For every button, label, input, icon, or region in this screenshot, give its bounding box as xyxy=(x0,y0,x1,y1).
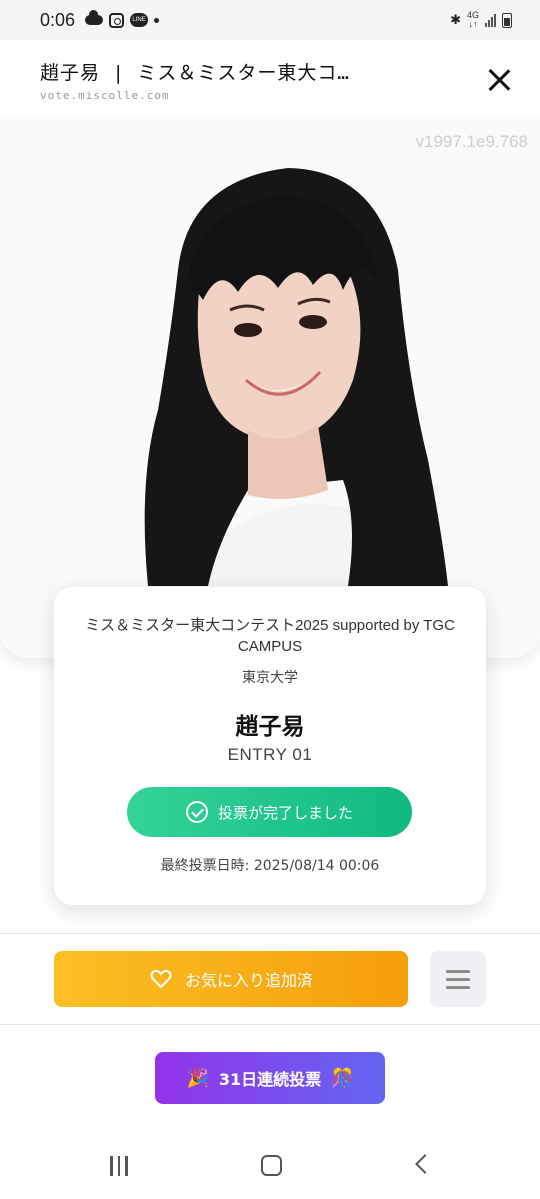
menu-icon-line xyxy=(446,969,470,973)
candidate-photo xyxy=(144,168,448,586)
confetti-ball-icon: 🎊 xyxy=(331,1067,354,1089)
network-type-icon: 4G ↓↑ xyxy=(466,10,479,29)
entry-number: ENTRY 01 xyxy=(227,745,313,764)
home-icon[interactable] xyxy=(261,1155,282,1176)
heart-icon xyxy=(150,969,172,989)
instagram-icon xyxy=(109,12,125,28)
last-vote-datetime: 最終投票日時: 2025/08/14 00:06 xyxy=(160,858,380,874)
page-title: 趙子易 | ミス＆ミスター東大コ… xyxy=(40,62,350,84)
browser-header: 趙子易 | ミス＆ミスター東大コ… vote.miscolle.com xyxy=(0,40,540,118)
menu-button[interactable] xyxy=(430,951,486,1007)
vote-completed-button[interactable]: 投票が完了しました xyxy=(127,787,412,837)
candidate-name: 趙子易 xyxy=(235,714,305,740)
notification-icons: LINE xyxy=(85,10,160,28)
cloud-icon xyxy=(85,10,104,25)
university-name: 東京大学 xyxy=(242,670,298,686)
system-nav-bar xyxy=(0,1134,540,1199)
divider-top xyxy=(0,933,540,934)
favorite-label: お気に入り追加済 xyxy=(184,971,313,990)
streak-label: 31日連続投票 xyxy=(218,1070,322,1089)
contest-name: ミス＆ミスター東大コンテスト2025 supported by TGC CAMP… xyxy=(85,617,455,655)
favorite-button[interactable]: お気に入り追加済 xyxy=(54,951,408,1007)
vote-completed-label: 投票が完了しました xyxy=(217,803,353,822)
back-icon[interactable] xyxy=(415,1154,435,1174)
close-icon[interactable] xyxy=(484,64,516,96)
check-circle-icon xyxy=(185,801,208,823)
divider-bottom xyxy=(0,1024,540,1025)
menu-icon-line xyxy=(446,985,470,989)
bluetooth-icon: ✱ xyxy=(450,12,461,28)
candidate-photo-card: v1997.1e9.768 v1997.1e9.768 xyxy=(0,118,540,658)
line-app-icon: LINE xyxy=(130,13,149,27)
signal-icon xyxy=(485,13,496,27)
status-bar: 0:06 LINE ✱ 4G ↓↑ xyxy=(0,0,540,40)
system-icons: ✱ 4G ↓↑ xyxy=(450,11,512,29)
recent-apps-icon[interactable] xyxy=(110,1156,132,1176)
more-notifications-icon xyxy=(154,17,160,23)
candidate-info-card: ミス＆ミスター東大コンテスト2025 supported by TGC CAMP… xyxy=(54,587,486,905)
battery-icon xyxy=(502,12,512,28)
watermark-top: v1997.1e9.768 xyxy=(415,132,529,151)
menu-icon-line xyxy=(446,977,470,981)
streak-vote-badge[interactable]: 🎉 31日連続投票 🎊 xyxy=(155,1052,385,1104)
status-time: 0:06 xyxy=(40,9,76,30)
network-type-label: 4G xyxy=(466,10,479,20)
party-popper-icon: 🎉 xyxy=(186,1067,209,1089)
page-url: vote.miscolle.com xyxy=(40,89,170,102)
